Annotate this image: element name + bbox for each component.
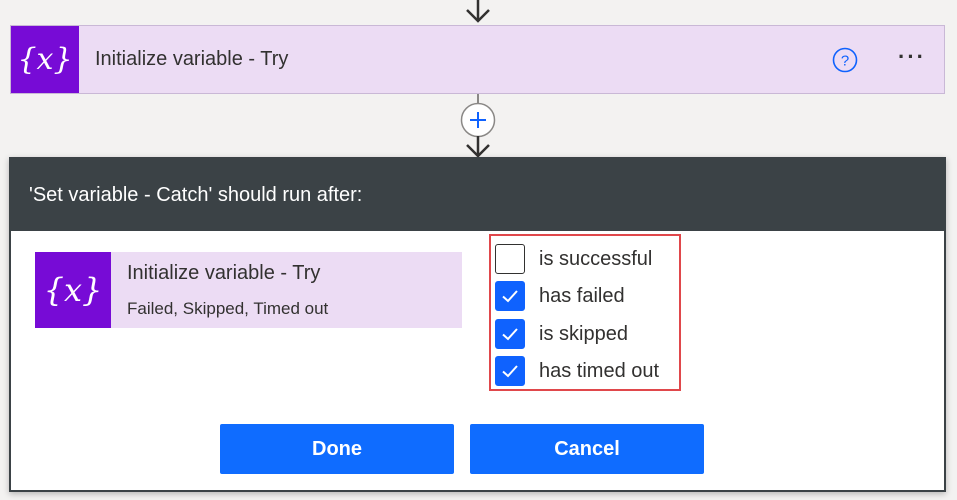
dialog-title: 'Set variable - Catch' should run after: bbox=[11, 159, 944, 231]
more-icon[interactable]: ··· bbox=[898, 45, 926, 74]
variable-icon: {x} bbox=[11, 26, 79, 93]
is-successful-checkbox[interactable] bbox=[495, 244, 525, 274]
run-after-dialog: 'Set variable - Catch' should run after:… bbox=[9, 157, 946, 492]
checkmark-icon bbox=[502, 365, 518, 378]
action-card-initialize-variable[interactable]: {x} Initialize variable - Try ? ··· bbox=[10, 25, 945, 94]
has-failed-checkbox[interactable] bbox=[495, 281, 525, 311]
option-label: has failed bbox=[539, 284, 625, 307]
option-has-failed[interactable]: has failed bbox=[495, 280, 625, 312]
is-skipped-checkbox[interactable] bbox=[495, 319, 525, 349]
arrow-down-icon bbox=[466, 0, 490, 23]
option-has-timed-out[interactable]: has timed out bbox=[495, 355, 659, 387]
arrow-down-icon bbox=[466, 136, 490, 158]
action-title: Initialize variable - Try bbox=[95, 48, 289, 70]
option-is-successful[interactable]: is successful bbox=[495, 243, 652, 275]
svg-text:?: ? bbox=[841, 52, 849, 69]
checkmark-icon bbox=[502, 328, 518, 341]
has-timed-out-checkbox[interactable] bbox=[495, 356, 525, 386]
add-step-icon[interactable] bbox=[460, 102, 496, 138]
option-label: has timed out bbox=[539, 359, 660, 382]
predecessor-status: Failed, Skipped, Timed out bbox=[127, 298, 329, 318]
predecessor-title: Initialize variable - Try bbox=[127, 261, 321, 284]
option-label: is skipped bbox=[539, 322, 628, 345]
done-button[interactable]: Done bbox=[220, 424, 454, 474]
option-is-skipped[interactable]: is skipped bbox=[495, 318, 628, 350]
predecessor-action-card: {x} Initialize variable - Try Failed, Sk… bbox=[35, 252, 462, 328]
help-icon[interactable]: ? bbox=[832, 47, 858, 73]
cancel-button[interactable]: Cancel bbox=[470, 424, 704, 474]
variable-icon: {x} bbox=[35, 252, 111, 328]
option-label: is successful bbox=[539, 247, 653, 270]
run-after-options: is successful has failed is skipped has … bbox=[489, 234, 681, 391]
checkmark-icon bbox=[502, 290, 518, 303]
